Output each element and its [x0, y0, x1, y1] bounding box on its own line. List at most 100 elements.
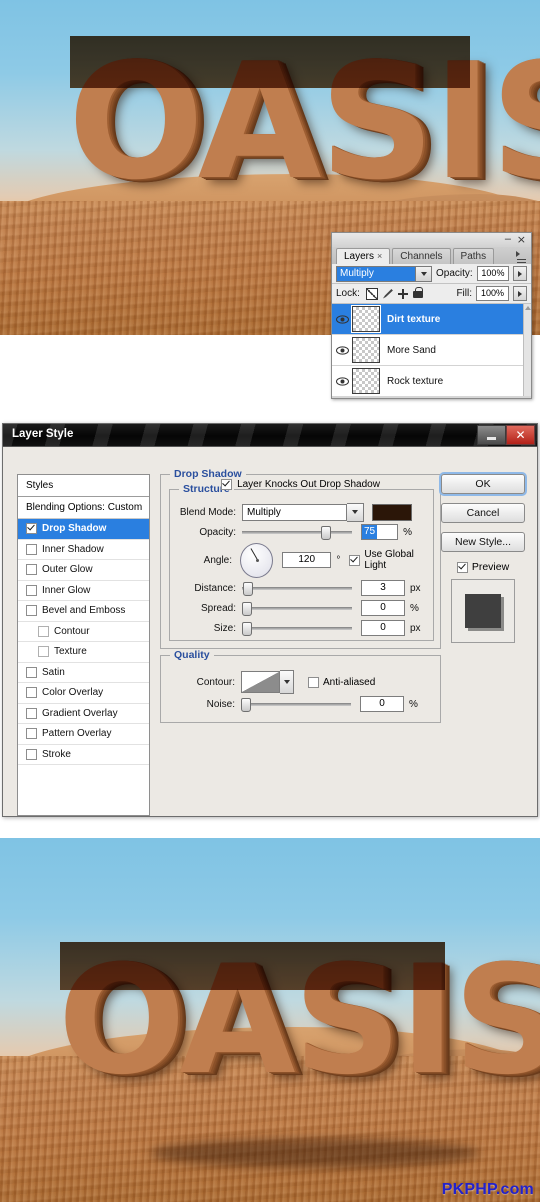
use-global-light-checkbox[interactable]: Use Global Light: [349, 549, 433, 571]
style-item-color-overlay[interactable]: Color Overlay: [18, 683, 149, 704]
style-item-satin[interactable]: Satin: [18, 663, 149, 684]
size-input[interactable]: 0: [361, 620, 405, 636]
blending-options-item[interactable]: Blending Options: Custom: [18, 497, 149, 519]
checkbox-texture[interactable]: [38, 646, 49, 657]
blend-mode-value[interactable]: Multiply: [336, 266, 416, 282]
checkbox-preview[interactable]: [457, 562, 468, 573]
checkbox-stroke[interactable]: [26, 749, 37, 760]
layer-thumbnail[interactable]: [352, 337, 380, 363]
tab-paths[interactable]: Paths: [453, 248, 495, 264]
blend-mode-row[interactable]: Multiply Opacity: 100%: [332, 264, 531, 284]
distance-input[interactable]: 3: [361, 580, 405, 596]
layer-thumbnail[interactable]: [352, 306, 380, 332]
cancel-button[interactable]: Cancel: [441, 503, 525, 523]
noise-input[interactable]: 0: [360, 696, 404, 712]
lock-position-icon[interactable]: [398, 289, 408, 299]
cast-shadow: [150, 1138, 480, 1168]
contour-dropdown[interactable]: [241, 670, 294, 694]
noise-slider[interactable]: [241, 697, 351, 711]
distance-slider[interactable]: [242, 581, 352, 595]
window-buttons[interactable]: ✕: [477, 425, 535, 445]
checkbox-use-global-light[interactable]: [349, 555, 360, 566]
checkbox-contour[interactable]: [38, 626, 49, 637]
dialog-titlebar[interactable]: Layer Style ✕: [3, 424, 537, 447]
contour-preview[interactable]: [241, 671, 280, 693]
styles-header[interactable]: Styles: [18, 475, 149, 497]
lock-all-icon[interactable]: [413, 291, 423, 298]
style-item-inner-shadow[interactable]: Inner Shadow: [18, 540, 149, 561]
dialog-buttons[interactable]: OK Cancel New Style... Preview: [441, 474, 525, 643]
minimize-button[interactable]: [477, 425, 506, 445]
preview-label: Preview: [472, 561, 509, 573]
blend-mode-value[interactable]: Multiply: [242, 504, 347, 521]
panel-minimize-icon[interactable]: –: [505, 234, 511, 245]
blend-mode-select[interactable]: Multiply: [336, 267, 432, 281]
style-item-label: Inner Shadow: [42, 544, 104, 555]
opacity-input[interactable]: 75: [361, 524, 398, 540]
opacity-value[interactable]: 75: [362, 525, 377, 539]
checkbox-inner-shadow[interactable]: [26, 544, 37, 555]
checkbox-inner-glow[interactable]: [26, 585, 37, 596]
angle-dial[interactable]: [240, 543, 273, 578]
blend-mode-chevron-down-icon[interactable]: [416, 266, 432, 282]
blend-mode-dropdown[interactable]: Multiply: [242, 503, 364, 522]
checkbox-gradient-overlay[interactable]: [26, 708, 37, 719]
style-item-drop-shadow[interactable]: Drop Shadow: [18, 519, 149, 540]
layer-row-dirt-texture[interactable]: Dirt texture: [332, 304, 531, 335]
style-item-bevel-and-emboss[interactable]: Bevel and Emboss: [18, 601, 149, 622]
new-style-button[interactable]: New Style...: [441, 532, 525, 552]
lock-icon-group[interactable]: [366, 288, 423, 300]
checkbox-drop-shadow[interactable]: [26, 523, 37, 534]
eye-icon[interactable]: [332, 315, 352, 324]
tab-close-icon[interactable]: ×: [377, 251, 382, 261]
checkbox-anti-aliased[interactable]: [308, 677, 319, 688]
style-item-pattern-overlay[interactable]: Pattern Overlay: [18, 724, 149, 745]
layers-scrollbar[interactable]: [523, 304, 531, 396]
style-item-contour[interactable]: Contour: [18, 622, 149, 643]
spread-slider[interactable]: [242, 601, 352, 615]
lock-image-icon[interactable]: [383, 289, 393, 299]
panel-close-icon[interactable]: ×: [517, 234, 526, 245]
fill-chevron-right-icon[interactable]: [513, 286, 527, 301]
size-slider[interactable]: [242, 621, 352, 635]
style-item-stroke[interactable]: Stroke: [18, 745, 149, 766]
checkbox-outer-glow[interactable]: [26, 564, 37, 575]
lock-transparency-icon[interactable]: [366, 288, 378, 300]
fill-input[interactable]: 100%: [476, 286, 509, 301]
styles-list[interactable]: Styles Blending Options: Custom Drop Sha…: [17, 474, 150, 816]
layer-row-rock-texture[interactable]: Rock texture: [332, 366, 531, 396]
preview-checkbox[interactable]: Preview: [441, 561, 525, 573]
checkbox-pattern-overlay[interactable]: [26, 728, 37, 739]
eye-icon[interactable]: [332, 377, 352, 386]
opacity-input[interactable]: 100%: [477, 266, 510, 281]
shadow-color-swatch[interactable]: [372, 504, 412, 521]
chevron-down-icon[interactable]: [280, 670, 294, 694]
spread-input[interactable]: 0: [361, 600, 405, 616]
layer-thumbnail[interactable]: [352, 368, 380, 394]
opacity-slider[interactable]: [242, 525, 352, 539]
checkbox-bevel-and-emboss[interactable]: [26, 605, 37, 616]
angle-input[interactable]: 120: [282, 552, 331, 568]
anti-aliased-checkbox[interactable]: Anti-aliased: [308, 677, 375, 688]
eye-icon[interactable]: [332, 346, 352, 355]
checkbox-satin[interactable]: [26, 667, 37, 678]
style-item-outer-glow[interactable]: Outer Glow: [18, 560, 149, 581]
style-item-texture[interactable]: Texture: [18, 642, 149, 663]
checkbox-layer-knocks-out[interactable]: [221, 479, 232, 490]
tab-layers[interactable]: Layers×: [336, 248, 390, 264]
checkbox-color-overlay[interactable]: [26, 687, 37, 698]
layer-style-dialog[interactable]: Layer Style ✕ Styles Blending Options: C…: [2, 423, 538, 817]
tab-channels[interactable]: Channels: [392, 248, 450, 264]
layer-row-more-sand[interactable]: More Sand: [332, 335, 531, 366]
style-item-inner-glow[interactable]: Inner Glow: [18, 581, 149, 602]
chevron-down-icon[interactable]: [347, 503, 364, 522]
lock-row[interactable]: Lock: Fill: 100%: [332, 284, 531, 304]
layers-panel-tabs[interactable]: Layers× Channels Paths: [332, 247, 531, 264]
style-item-gradient-overlay[interactable]: Gradient Overlay: [18, 704, 149, 725]
ok-button[interactable]: OK: [441, 474, 525, 494]
close-button[interactable]: ✕: [506, 425, 535, 445]
layers-list[interactable]: Dirt texture More Sand Rock texture: [332, 304, 531, 396]
panel-menu-icon[interactable]: [514, 251, 528, 263]
opacity-chevron-right-icon[interactable]: [513, 266, 527, 281]
layers-panel[interactable]: – × Layers× Channels Paths Multiply Opac…: [331, 232, 532, 399]
